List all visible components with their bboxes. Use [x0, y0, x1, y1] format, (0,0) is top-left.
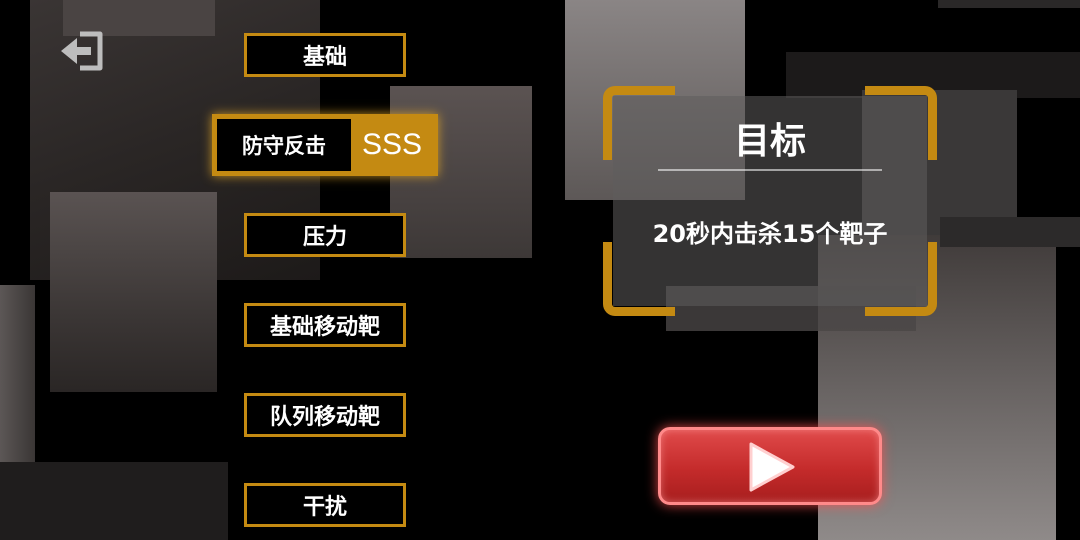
exit-icon	[61, 31, 103, 71]
target-description: 20秒内击杀15个靶子	[652, 220, 888, 248]
play-button[interactable]	[658, 427, 882, 505]
background-block	[0, 462, 228, 540]
level-button-basic[interactable]: 基础	[244, 33, 406, 77]
level-label: 基础	[302, 45, 347, 70]
level-button-interference[interactable]: 干扰	[244, 483, 406, 527]
level-label: 防守反击	[217, 119, 351, 171]
target-title: 目标	[733, 121, 806, 162]
level-label: 压力	[302, 225, 347, 250]
panel-corner	[865, 242, 937, 316]
background-block	[940, 217, 1080, 247]
level-label: 队列移动靶	[269, 405, 380, 430]
level-button-basic-moving-target[interactable]: 基础移动靶	[244, 303, 406, 347]
exit-button[interactable]	[58, 28, 106, 74]
background-block	[938, 0, 1080, 8]
panel-corner	[603, 242, 675, 316]
level-button-pressure[interactable]: 压力	[244, 213, 406, 257]
level-label: 干扰	[302, 495, 347, 520]
level-button-counterattack[interactable]: 防守反击 SSS	[212, 114, 438, 176]
play-icon	[749, 442, 795, 492]
background-block	[50, 192, 217, 392]
divider	[658, 169, 882, 171]
level-label: 基础移动靶	[269, 315, 380, 340]
level-button-queue-moving-target[interactable]: 队列移动靶	[244, 393, 406, 437]
target-panel: 目标 20秒内击杀15个靶子	[603, 86, 937, 316]
grade-badge: SSS	[361, 128, 423, 161]
